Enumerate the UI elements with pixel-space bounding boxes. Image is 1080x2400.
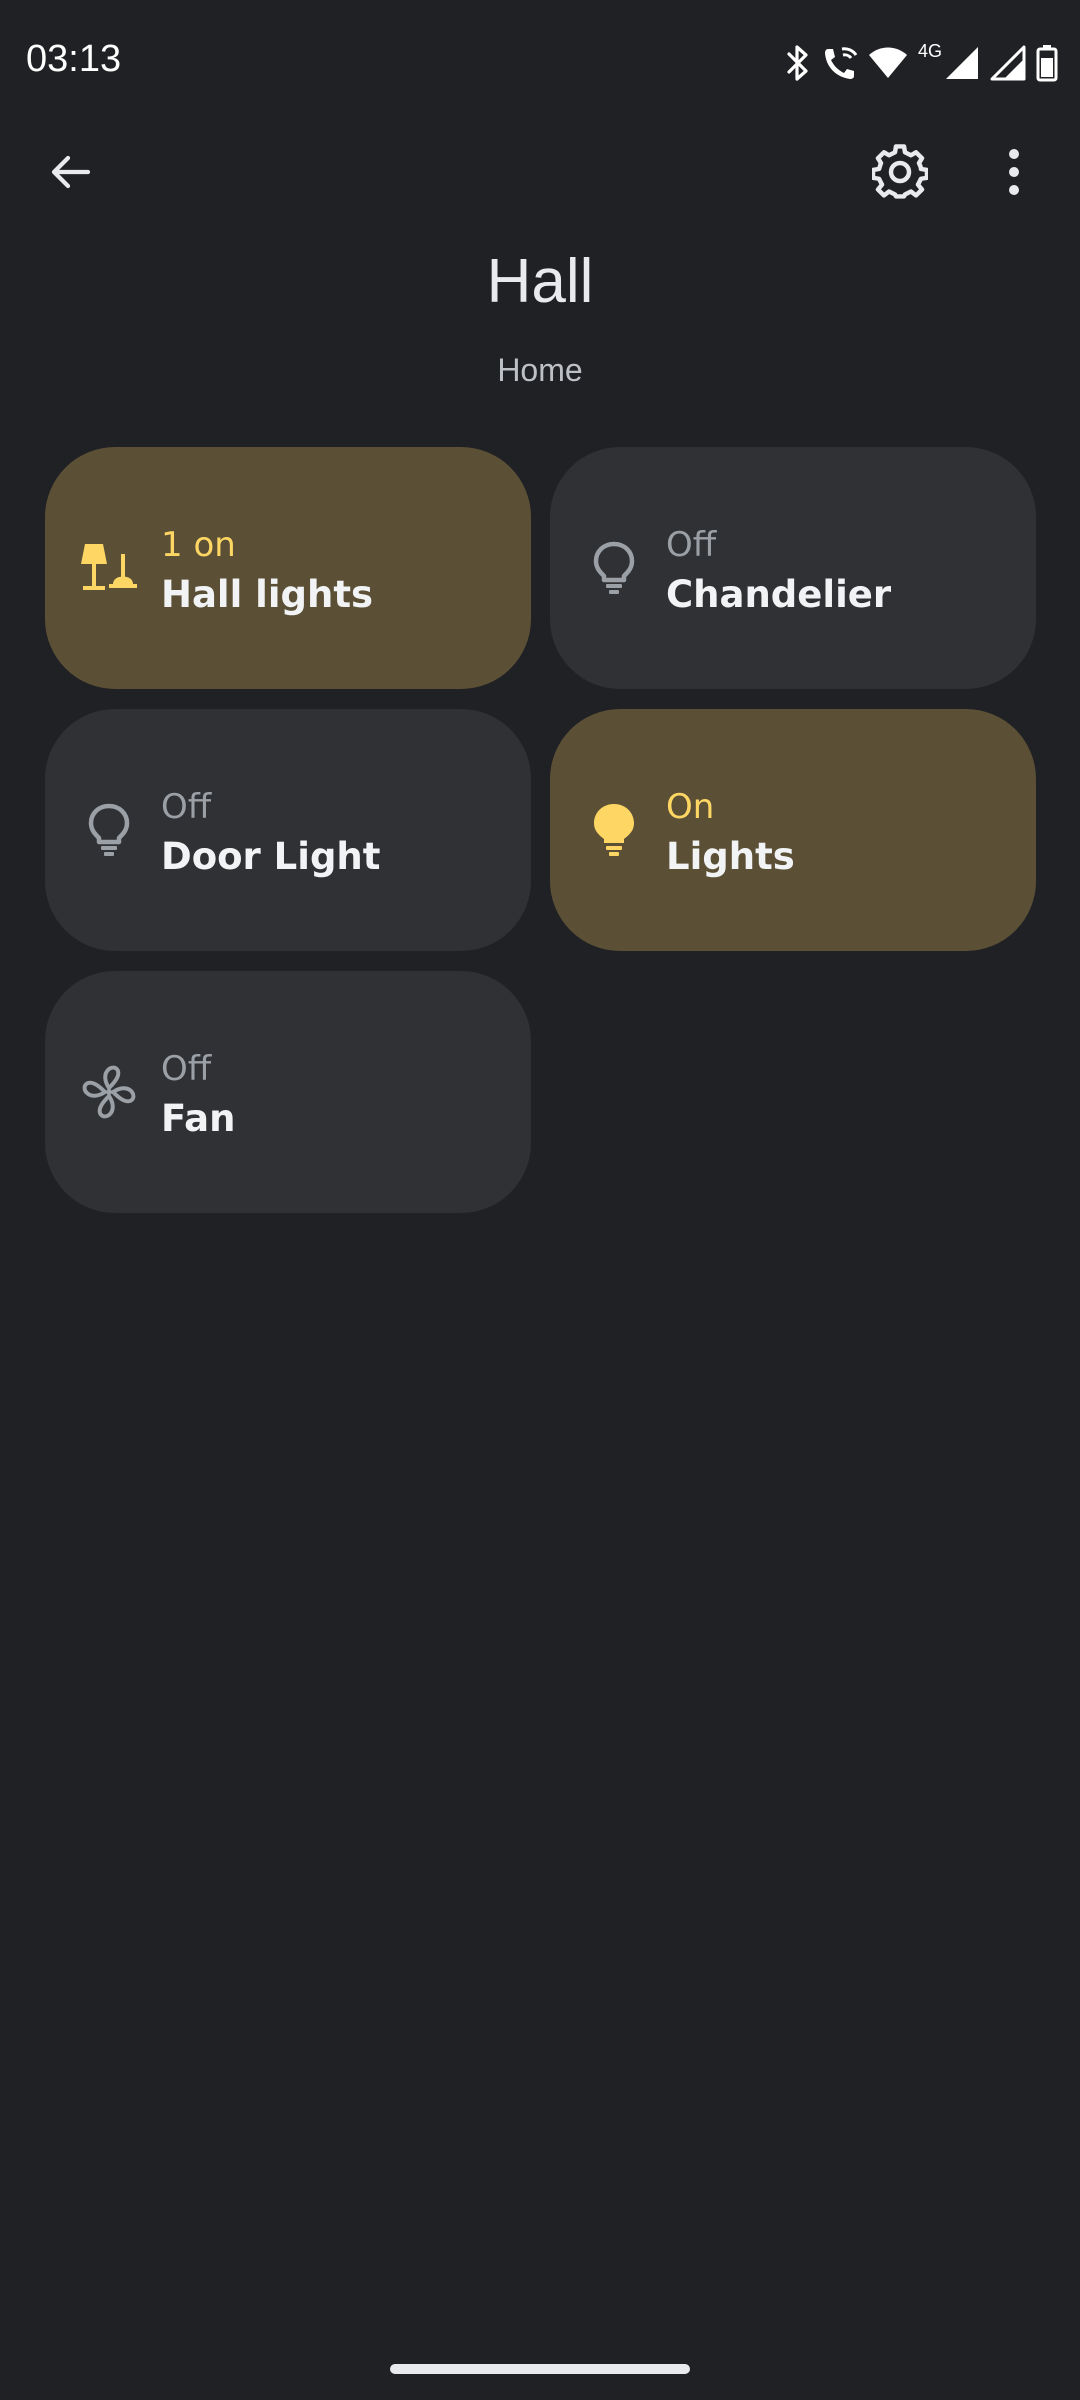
device-tile-door-light[interactable]: Off Door Light bbox=[45, 709, 531, 951]
device-tile-hall-lights[interactable]: 1 on Hall lights bbox=[45, 447, 531, 689]
top-app-bar bbox=[0, 124, 1080, 224]
fan-icon bbox=[77, 1060, 141, 1124]
network-type-label: 4G bbox=[917, 40, 942, 61]
page-title: Hall bbox=[486, 247, 594, 316]
status-icons: 4G bbox=[784, 38, 1058, 88]
device-tile-lights[interactable]: On Lights bbox=[550, 709, 1036, 951]
lightbulb-filled-icon bbox=[582, 798, 646, 862]
lightbulb-outline-icon bbox=[582, 536, 646, 600]
gear-icon bbox=[870, 144, 930, 204]
home-indicator[interactable] bbox=[390, 2364, 690, 2374]
settings-button[interactable] bbox=[852, 126, 948, 222]
tile-name: Lights bbox=[666, 835, 795, 878]
tile-status: 1 on bbox=[161, 525, 236, 565]
wifi-icon bbox=[868, 46, 908, 80]
more-vert-icon bbox=[1007, 148, 1021, 200]
wifi-calling-icon bbox=[822, 43, 858, 83]
battery-icon bbox=[1036, 44, 1058, 82]
tile-name: Chandelier bbox=[666, 573, 892, 616]
cell-signal-icon bbox=[944, 45, 980, 81]
tile-name: Fan bbox=[161, 1097, 236, 1140]
status-time: 03:13 bbox=[26, 38, 122, 80]
more-options-button[interactable] bbox=[966, 126, 1062, 222]
tile-status: On bbox=[666, 787, 715, 827]
tile-status: Off bbox=[161, 1049, 212, 1089]
tile-name: Hall lights bbox=[161, 573, 374, 616]
tile-name: Door Light bbox=[161, 835, 381, 878]
arrow-back-icon bbox=[48, 150, 92, 198]
cell-signal-2-icon bbox=[990, 45, 1026, 81]
page-subtitle: Home bbox=[497, 352, 583, 388]
lightbulb-outline-icon bbox=[77, 798, 141, 862]
back-button[interactable] bbox=[22, 126, 118, 222]
device-tile-fan[interactable]: Off Fan bbox=[45, 971, 531, 1213]
device-tile-chandelier[interactable]: Off Chandelier bbox=[550, 447, 1036, 689]
status-bar: 03:13 4G bbox=[0, 0, 1080, 124]
lamp-group-icon bbox=[77, 536, 141, 600]
tile-status: Off bbox=[161, 787, 212, 827]
bluetooth-icon bbox=[784, 43, 812, 83]
tile-status: Off bbox=[666, 525, 717, 565]
